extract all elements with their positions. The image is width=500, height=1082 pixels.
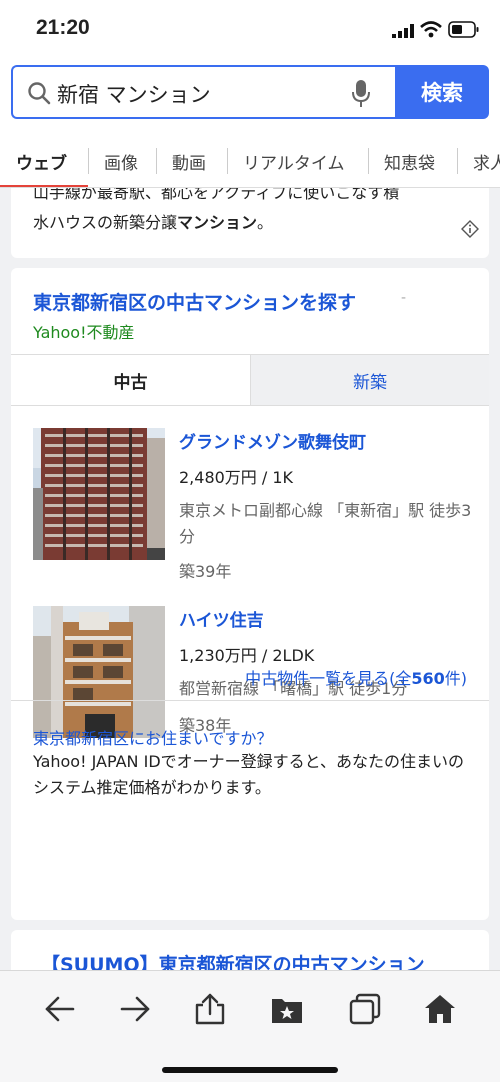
result-card[interactable]: 【SUUMO】東京都新宿区の中古マンション	[11, 930, 489, 970]
search-query: 新宿 マンション	[57, 83, 211, 107]
more-link-text: 件)	[444, 669, 467, 688]
search-bar: 新宿 マンション 検索	[0, 58, 500, 132]
listing-photo[interactable]	[33, 428, 165, 560]
tab-separator	[227, 148, 228, 174]
listing-access: 東京メトロ副都心線 「東新宿」駅 徒歩3分	[179, 501, 472, 546]
tab-realtime[interactable]: リアルタイム	[243, 149, 345, 174]
realestate-source: Yahoo!不動産	[33, 323, 135, 342]
tab-separator	[88, 148, 89, 174]
tab-video[interactable]: 動画	[172, 149, 206, 174]
snippet-text: 水ハウスの新築分譲	[33, 213, 178, 232]
listing-name[interactable]: ハイツ住吉	[179, 606, 264, 631]
results-list: 山手線が最寄駅、都心をアクティブに使いこなす積 水ハウスの新築分譲マンション。 …	[0, 188, 500, 970]
tab-separator	[457, 148, 458, 174]
ad-info-icon[interactable]	[461, 220, 479, 238]
forward-arrow-icon[interactable]	[118, 993, 152, 1025]
bookmarks-icon[interactable]	[270, 993, 304, 1025]
tab-jobs[interactable]: 求人	[473, 149, 500, 174]
listing-item[interactable]: グランドメゾン歌舞伎町 2,480万円 / 1K 東京メトロ副都心線 「東新宿」…	[33, 428, 473, 588]
title-dash: -	[401, 290, 407, 306]
result-card[interactable]: 山手線が最寄駅、都心をアクティブに使いこなす積 水ハウスの新築分譲マンション。	[11, 188, 489, 258]
share-icon[interactable]	[193, 993, 227, 1025]
result-snippet: 山手線が最寄駅、都心をアクティブに使いこなす積 水ハウスの新築分譲マンション。	[33, 188, 473, 238]
home-icon[interactable]	[423, 993, 457, 1025]
owner-registration-desc: Yahoo! JAPAN IDでオーナー登録すると、あなたの住まいのシステム推定…	[33, 752, 465, 797]
more-link-count: 560	[411, 669, 445, 688]
listing-age: 築39年	[179, 562, 232, 581]
tab-separator	[368, 148, 369, 174]
status-bar: 21:20	[0, 0, 500, 58]
tab-chiebukuro[interactable]: 知恵袋	[384, 149, 435, 174]
realestate-title[interactable]: 東京都新宿区の中古マンションを探す	[33, 288, 356, 315]
status-time: 21:20	[36, 16, 90, 39]
snippet-text: 。	[257, 213, 274, 232]
result-title[interactable]: 【SUUMO】東京都新宿区の中古マンション	[41, 950, 425, 970]
segment-new[interactable]: 新築	[250, 355, 489, 405]
signal-icon	[392, 24, 414, 38]
more-link-text: 中古物件一覧を見る(全	[245, 669, 412, 688]
search-input[interactable]: 新宿 マンション	[11, 65, 395, 119]
back-arrow-icon[interactable]	[43, 993, 77, 1025]
divider	[11, 700, 489, 701]
search-tabs: ウェブ 画像 動画 リアルタイム 知恵袋 求人	[0, 132, 500, 188]
listing-photo[interactable]	[33, 606, 165, 738]
home-indicator	[162, 1067, 338, 1073]
wifi-icon	[420, 21, 442, 38]
listing-name[interactable]: グランドメゾン歌舞伎町	[179, 428, 366, 453]
tabs-icon[interactable]	[348, 993, 382, 1025]
snippet-highlight: マンション	[177, 213, 258, 232]
segment-used[interactable]: 中古	[11, 355, 250, 405]
tab-separator	[156, 148, 157, 174]
search-button[interactable]: 検索	[395, 65, 489, 119]
microphone-icon[interactable]	[351, 79, 371, 109]
realestate-card: 東京都新宿区の中古マンションを探す - Yahoo!不動産 中古 新築 グランド…	[11, 268, 489, 920]
tab-images[interactable]: 画像	[104, 149, 138, 174]
segment-control: 中古 新築	[11, 354, 489, 406]
snippet-line: 山手線が最寄駅、都心をアクティブに使いこなす積	[33, 188, 400, 202]
search-icon	[28, 82, 51, 105]
listing-price: 1,230万円 / 2LDK	[179, 646, 315, 665]
tab-web[interactable]: ウェブ	[16, 149, 67, 174]
battery-icon	[448, 21, 479, 38]
more-listings-link[interactable]: 中古物件一覧を見る(全560件)	[245, 665, 467, 689]
browser-toolbar	[0, 970, 500, 1082]
owner-registration-link[interactable]: 東京都新宿区にお住まいですか？	[33, 725, 273, 749]
snippet-line: 水ハウスの新築分譲マンション。	[33, 208, 473, 238]
listing-price: 2,480万円 / 1K	[179, 468, 294, 487]
